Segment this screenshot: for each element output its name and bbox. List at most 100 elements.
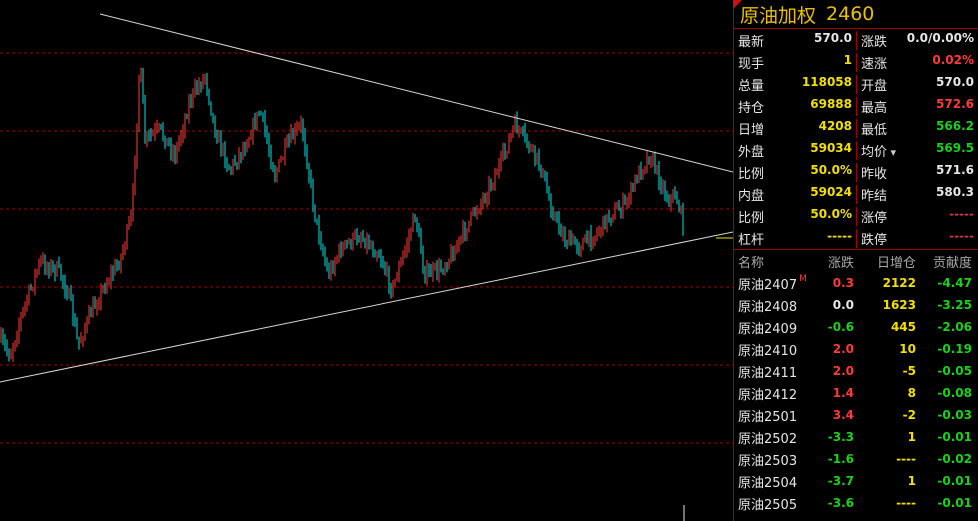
contract-contribution: -4.47 bbox=[937, 276, 972, 290]
quote-value: 0.02% bbox=[932, 52, 974, 67]
quote-value: 69888 bbox=[810, 96, 852, 111]
quote-cell: 持仓 69888 bbox=[734, 97, 856, 116]
contract-change: -3.6 bbox=[827, 496, 854, 510]
contract-change: 3.4 bbox=[832, 408, 854, 422]
quote-cell: 涨停 ----- bbox=[856, 206, 978, 226]
contract-row[interactable]: 原油2410 2.0 10 -0.19 bbox=[734, 338, 978, 360]
triangle-down-icon[interactable]: ▾ bbox=[887, 146, 897, 159]
contract-row[interactable]: 原油2502 -3.3 1 -0.01 bbox=[734, 426, 978, 448]
contract-contribution: -3.25 bbox=[937, 298, 972, 312]
contract-name-text: 原油2412 bbox=[738, 387, 798, 403]
contract-daily-oi: 1 bbox=[907, 474, 916, 488]
contract-row[interactable]: 原油2505 -3.6 ---- -0.01 bbox=[734, 492, 978, 514]
quote-value: 570.0 bbox=[936, 74, 974, 89]
instrument-name: 原油加权 bbox=[740, 4, 817, 27]
quote-row: 比例 50.0% 涨停 ----- bbox=[734, 205, 978, 227]
quote-label: 跌停 bbox=[861, 232, 888, 248]
quote-value: 59024 bbox=[810, 184, 852, 199]
contract-change: 0.3 bbox=[832, 276, 854, 290]
contract-daily-oi: -2 bbox=[902, 408, 916, 422]
quote-row: 日增 4208 最低 566.2 bbox=[734, 117, 978, 139]
contract-change: -1.6 bbox=[827, 452, 854, 466]
quote-cell: 比例 50.0% bbox=[734, 163, 856, 182]
contract-change: 2.0 bbox=[832, 342, 854, 356]
contract-row[interactable]: 原油2409 -0.6 445 -2.06 bbox=[734, 316, 978, 338]
quote-cell: 最高 572.6 bbox=[856, 96, 978, 116]
contract-contribution: -0.02 bbox=[937, 452, 972, 466]
quote-value: 570.0 bbox=[814, 30, 852, 45]
quote-cell: 均价 ▾ 569.5 bbox=[856, 140, 978, 160]
contract-daily-oi: 445 bbox=[890, 320, 916, 334]
price-chart[interactable] bbox=[0, 0, 733, 521]
contract-row[interactable]: 原油2412 1.4 8 -0.08 bbox=[734, 382, 978, 404]
quote-panel: 原油加权 2460 最新 570.0 涨跌 0.0/0.00% 现手 1 速涨 0.02% 总量… bbox=[733, 0, 978, 521]
quote-cell: 昨结 580.3 bbox=[856, 184, 978, 204]
quote-label: 昨收 bbox=[861, 166, 888, 182]
quote-label: 外盘 bbox=[738, 144, 765, 160]
contract-contribution: -0.01 bbox=[937, 496, 972, 510]
contract-daily-oi: ---- bbox=[896, 496, 916, 510]
contract-name-text: 原油2411 bbox=[738, 365, 798, 381]
contract-name-text: 原油2502 bbox=[738, 431, 798, 447]
contract-row[interactable]: 原油2408 0.0 1623 -3.25 bbox=[734, 294, 978, 316]
header-daily-oi[interactable]: 日增仓 bbox=[854, 252, 916, 271]
contract-name-text: 原油2505 bbox=[738, 497, 798, 513]
quote-value: 0.0/0.00% bbox=[906, 30, 974, 45]
contract-name-text: 原油2408 bbox=[738, 299, 798, 315]
contract-daily-oi: -5 bbox=[902, 364, 916, 378]
contract-name-text: 原油2409 bbox=[738, 321, 798, 337]
quote-value: 571.6 bbox=[936, 162, 974, 177]
contract-contribution: -0.08 bbox=[937, 386, 972, 400]
contract-change: -3.3 bbox=[827, 430, 854, 444]
contract-row[interactable]: 原油2407 M 0.3 2122 -4.47 bbox=[734, 272, 978, 294]
quote-cell: 杠杆 ----- bbox=[734, 229, 856, 248]
contract-name: 原油2412 bbox=[734, 384, 812, 403]
contract-contribution: -0.01 bbox=[937, 474, 972, 488]
quote-cell: 跌停 ----- bbox=[856, 228, 978, 248]
quote-row: 总量 118058 开盘 570.0 bbox=[734, 73, 978, 95]
quote-value: 569.5 bbox=[936, 140, 974, 155]
contract-name-text: 原油2410 bbox=[738, 343, 798, 359]
quote-row: 杠杆 ----- 跌停 ----- bbox=[734, 227, 978, 249]
quote-label: 速涨 bbox=[861, 56, 888, 72]
header-name: 名称 bbox=[738, 255, 765, 271]
quote-cell: 最低 566.2 bbox=[856, 118, 978, 138]
quote-value: 50.0% bbox=[810, 162, 852, 177]
quote-label: 均价 ▾ bbox=[861, 144, 897, 160]
candlestick-chart-canvas[interactable] bbox=[0, 0, 733, 521]
contract-row[interactable]: 原油2411 2.0 -5 -0.05 bbox=[734, 360, 978, 382]
contract-name-text: 原油2407 bbox=[738, 277, 798, 293]
quote-value: 1 bbox=[843, 52, 852, 67]
contract-contribution: -0.05 bbox=[937, 364, 972, 378]
contract-name: 原油2407 M bbox=[734, 274, 812, 293]
header-contribution[interactable]: 贡献度 bbox=[916, 252, 976, 271]
contract-name: 原油2408 bbox=[734, 296, 812, 315]
contract-change: -0.6 bbox=[827, 320, 854, 334]
quote-label: 现手 bbox=[738, 56, 765, 72]
quote-label: 涨停 bbox=[861, 210, 888, 226]
quote-label: 内盘 bbox=[738, 188, 765, 204]
contract-row[interactable]: 原油2504 -3.7 1 -0.01 bbox=[734, 470, 978, 492]
quote-cell: 日增 4208 bbox=[734, 119, 856, 138]
contract-name-text: 原油2501 bbox=[738, 409, 798, 425]
contract-row[interactable]: 原油2501 3.4 -2 -0.03 bbox=[734, 404, 978, 426]
contract-name: 原油2504 bbox=[734, 472, 812, 491]
quote-cell: 内盘 59024 bbox=[734, 185, 856, 204]
quote-cell: 外盘 59034 bbox=[734, 141, 856, 160]
quote-cell: 开盘 570.0 bbox=[856, 74, 978, 94]
quote-value: 50.0% bbox=[810, 206, 852, 221]
quote-value: 580.3 bbox=[936, 184, 974, 199]
quote-label: 涨跌 bbox=[861, 34, 888, 50]
contract-name: 原油2410 bbox=[734, 340, 812, 359]
quote-label: 最新 bbox=[738, 34, 765, 50]
quote-value: 118058 bbox=[801, 74, 852, 89]
contract-daily-oi: 10 bbox=[899, 342, 916, 356]
contract-row[interactable]: 原油2503 -1.6 ---- -0.02 bbox=[734, 448, 978, 470]
quote-value: 59034 bbox=[810, 140, 852, 155]
contract-daily-oi: 1623 bbox=[882, 298, 916, 312]
header-change[interactable]: 涨跌 bbox=[812, 252, 854, 271]
contract-name: 原油2505 bbox=[734, 494, 812, 513]
contract-change: 0.0 bbox=[832, 298, 854, 312]
contract-list: 原油2407 M 0.3 2122 -4.47 原油2408 0.0 1623 -3.25 原油2… bbox=[734, 272, 978, 514]
quote-value: ----- bbox=[827, 228, 852, 243]
